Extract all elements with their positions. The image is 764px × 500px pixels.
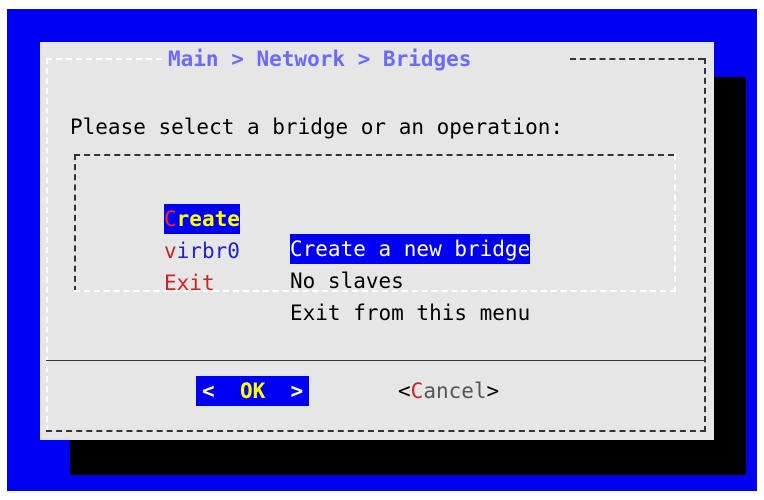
menu-item-create[interactable]: Create Create a new bridge [74, 174, 531, 264]
dialog-prompt: Please select a bridge or an operation: [70, 115, 564, 139]
button-area-separator [46, 360, 706, 361]
dialog-border-right [704, 58, 706, 432]
menu-item-description: Create a new bridge [290, 234, 531, 264]
menu-item-tag: Exit [164, 271, 215, 295]
ok-button[interactable]: < OK > [196, 376, 310, 406]
menu-border-top [74, 154, 674, 156]
menu-list: Create Create a new bridge virbr0 No sla… [74, 154, 676, 325]
dialog-border-bottom [46, 430, 706, 432]
cancel-button[interactable]: <Cancel> [398, 376, 499, 406]
menu-item-description: Exit from this menu [290, 301, 531, 325]
dialog-border-top-right [570, 58, 704, 60]
menu-item-tag: virbr0 [164, 239, 240, 263]
cancel-hotkey: C [410, 379, 424, 403]
menu-item-tag: Create [164, 204, 240, 234]
menu-item-exit[interactable]: Exit Exit from this menu [74, 238, 530, 325]
menu-item-virbr0[interactable]: virbr0 No slaves [74, 206, 404, 293]
ok-label: OK [239, 379, 266, 403]
menu-item-description: No slaves [290, 269, 404, 293]
menu-border-right [674, 154, 676, 292]
dialog-border-top-left [46, 58, 162, 60]
dialog-title: Main > Network > Bridges [164, 44, 476, 74]
bridge-menu-dialog: Main > Network > Bridges Please select a… [40, 42, 714, 440]
dialog-border-left [46, 58, 48, 432]
